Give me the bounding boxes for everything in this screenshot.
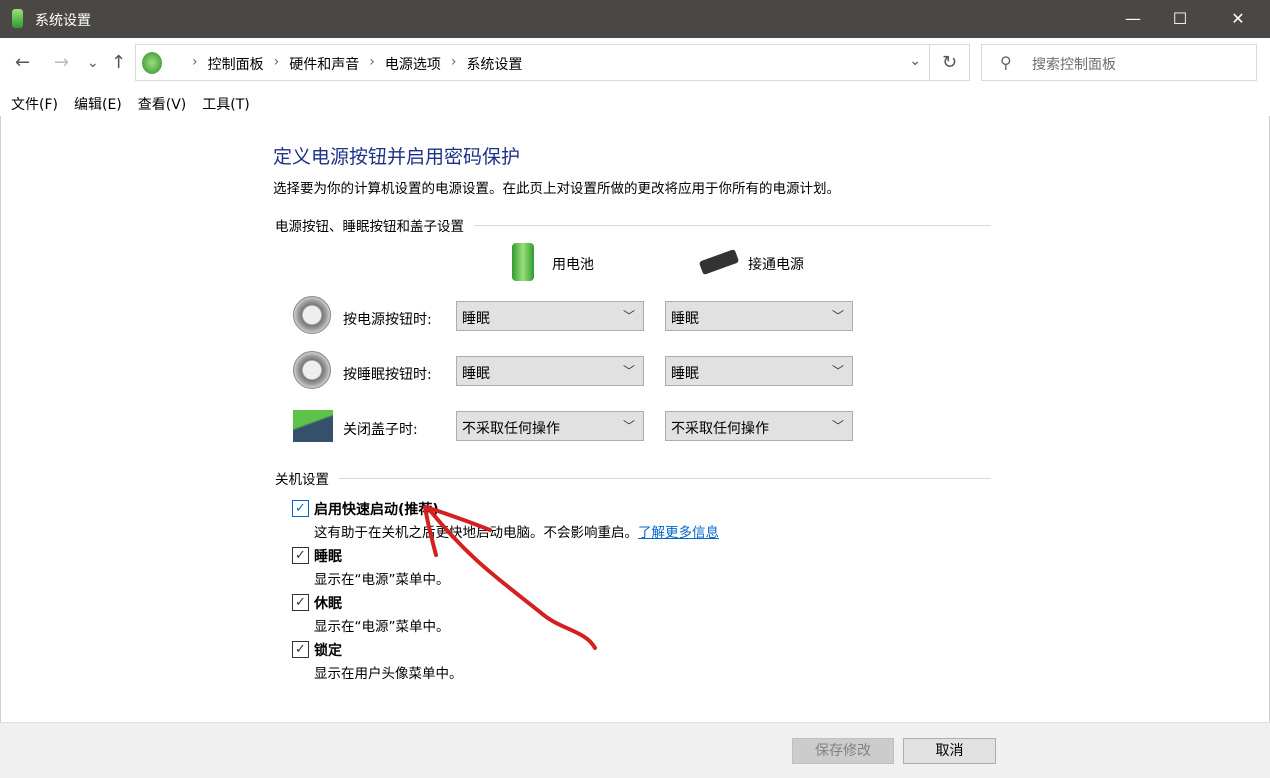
menu-bar: 文件(F) 编辑(E) 查看(V) 工具(T) <box>11 94 250 114</box>
hibernate-checkbox[interactable]: ✓ <box>292 594 309 611</box>
column-plugged-in: 接通电源 <box>748 257 804 273</box>
battery-icon <box>512 243 534 281</box>
breadcrumb: › 控制面板 › 硬件和声音 › 电源选项 › 系统设置 <box>192 54 523 74</box>
menu-file[interactable]: 文件(F) <box>11 94 58 114</box>
hibernate-desc: 显示在“电源”菜单中。 <box>314 619 450 635</box>
breadcrumb-control-panel[interactable]: 控制面板 <box>208 54 264 74</box>
sleep-button-plugged-select[interactable]: 睡眠 ﹀ <box>665 356 853 386</box>
menu-tools[interactable]: 工具(T) <box>202 94 249 114</box>
minimize-button[interactable]: — <box>1110 0 1156 38</box>
page-title: 定义电源按钮并启用密码保护 <box>273 146 521 168</box>
close-button[interactable]: ✕ <box>1215 0 1261 38</box>
lid-icon <box>293 410 333 442</box>
lock-label: 锁定 <box>314 643 342 659</box>
sleep-button-battery-select[interactable]: 睡眠 ﹀ <box>456 356 644 386</box>
sleep-desc: 显示在“电源”菜单中。 <box>314 572 450 588</box>
power-button-battery-select[interactable]: 睡眠 ﹀ <box>456 301 644 331</box>
page-description: 选择要为你的计算机设置的电源设置。在此页上对设置所做的更改将应用于你所有的电源计… <box>273 181 840 197</box>
search-input[interactable]: ⚲ 搜索控制面板 <box>981 44 1257 81</box>
lid-close-battery-select[interactable]: 不采取任何操作 ﹀ <box>456 411 644 441</box>
fast-startup-label: 启用快速启动(推荐) <box>314 502 439 518</box>
footer-bar <box>0 722 1270 778</box>
breadcrumb-power-options[interactable]: 电源选项 <box>385 54 441 74</box>
menu-view[interactable]: 查看(V) <box>138 94 187 114</box>
sleep-checkbox[interactable]: ✓ <box>292 547 309 564</box>
chevron-down-icon[interactable]: ⌄ <box>909 53 921 69</box>
lock-checkbox[interactable]: ✓ <box>292 641 309 658</box>
hibernate-label: 休眠 <box>314 596 342 612</box>
fast-startup-checkbox[interactable]: ✓ <box>292 500 309 517</box>
power-button-plugged-select[interactable]: 睡眠 ﹀ <box>665 301 853 331</box>
control-panel-icon <box>142 52 162 74</box>
forward-button[interactable]: → <box>54 52 69 73</box>
sleep-button-label: 按睡眠按钮时: <box>343 367 432 383</box>
learn-more-link[interactable]: 了解更多信息 <box>638 525 719 541</box>
power-options-icon <box>12 9 23 28</box>
power-section-heading: 电源按钮、睡眠按钮和盖子设置 <box>275 215 991 235</box>
power-button-label: 按电源按钮时: <box>343 312 432 328</box>
window-title: 系统设置 <box>35 13 91 29</box>
save-changes-button[interactable]: 保存修改 <box>792 738 894 764</box>
sleep-button-icon <box>293 351 331 389</box>
up-button[interactable]: ↑ <box>111 52 126 73</box>
power-button-icon <box>293 296 331 334</box>
lid-close-plugged-select[interactable]: 不采取任何操作 ﹀ <box>665 411 853 441</box>
maximize-button[interactable]: ☐ <box>1157 0 1203 38</box>
lock-desc: 显示在用户头像菜单中。 <box>314 666 463 682</box>
recent-locations-button[interactable]: ⌄ <box>87 55 99 71</box>
sleep-label: 睡眠 <box>314 549 342 565</box>
back-button[interactable]: ← <box>15 52 30 73</box>
title-bar: 系统设置 — ☐ ✕ <box>0 0 1270 38</box>
fast-startup-desc: 这有助于在关机之后更快地启动电脑。不会影响重启。了解更多信息 <box>314 525 719 541</box>
address-bar[interactable]: › 控制面板 › 硬件和声音 › 电源选项 › 系统设置 ⌄ ↻ <box>135 44 970 81</box>
search-placeholder: 搜索控制面板 <box>1032 57 1116 73</box>
menu-edit[interactable]: 编辑(E) <box>74 94 122 114</box>
search-icon: ⚲ <box>1000 53 1012 72</box>
breadcrumb-hardware-sound[interactable]: 硬件和声音 <box>289 54 359 74</box>
shutdown-section-heading: 关机设置 <box>275 468 991 488</box>
cancel-button[interactable]: 取消 <box>903 738 996 764</box>
lid-close-label: 关闭盖子时: <box>343 422 418 438</box>
refresh-button[interactable]: ↻ <box>929 45 969 80</box>
breadcrumb-system-settings[interactable]: 系统设置 <box>466 54 522 74</box>
column-battery: 用电池 <box>552 257 594 273</box>
